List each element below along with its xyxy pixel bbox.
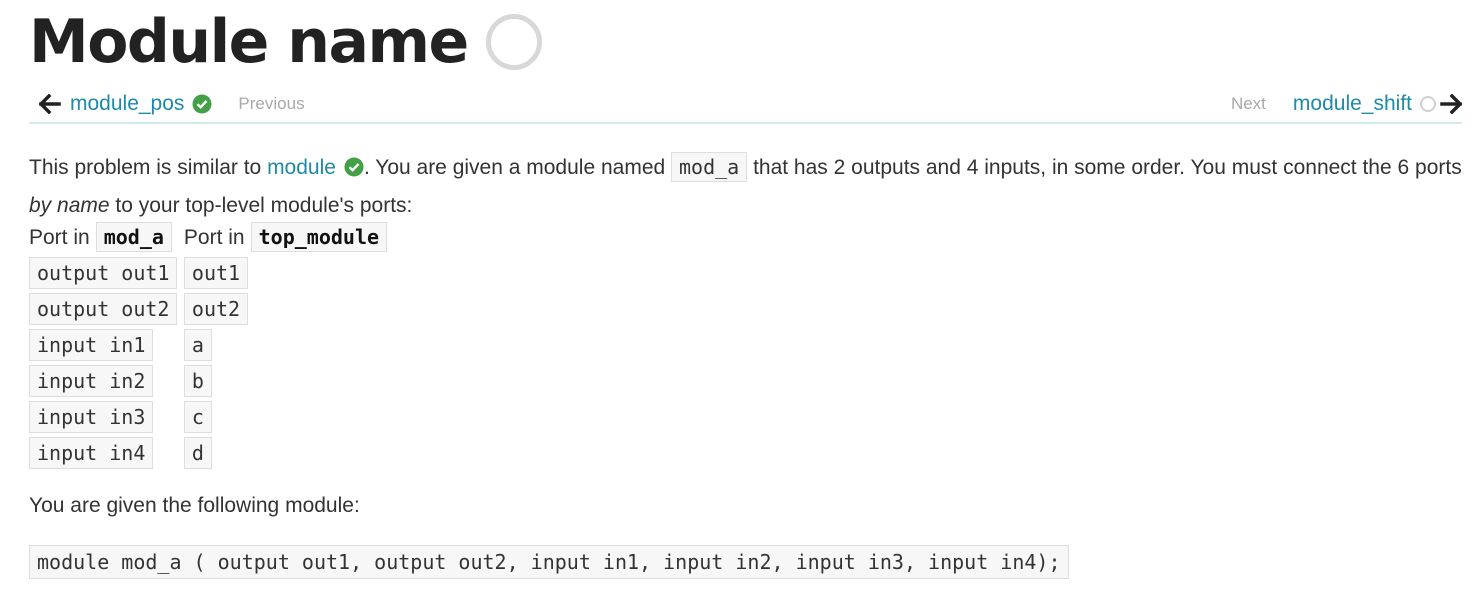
mod-a-port-cell: input in1 xyxy=(29,329,154,361)
mod-a-port-cell: input in4 xyxy=(29,437,154,469)
top-module-port-cell: out2 xyxy=(183,293,249,325)
table-row: output out2 out2 xyxy=(29,291,387,327)
table-row: input in1 a xyxy=(29,327,387,363)
nav-previous: module_pos Previous xyxy=(39,88,305,120)
table-row: input in3 c xyxy=(29,399,387,435)
mod-a-port-cell: output out1 xyxy=(29,257,178,289)
table-row: input in2 b xyxy=(29,363,387,399)
mod-a-port-cell: output out2 xyxy=(29,293,178,325)
module-name-code: mod_a xyxy=(671,152,748,182)
intro-text: that has 2 outputs and 4 inputs, in some… xyxy=(747,156,1462,179)
problem-page: Module name module_pos Previous Next mod… xyxy=(0,0,1472,603)
module-declaration-code: module mod_a ( output out1, output out2,… xyxy=(29,545,1069,579)
title-row: Module name xyxy=(29,6,542,78)
intro-text: . You are given a module named xyxy=(363,156,672,179)
intro-text: to your top-level module's ports: xyxy=(109,194,413,217)
top-module-port-cell: out1 xyxy=(183,257,249,289)
top-module-port-cell: a xyxy=(183,329,212,361)
port-mapping-table: Port in mod_a Port in top_module output ou… xyxy=(29,219,388,471)
top-module-port-cell: b xyxy=(183,365,212,397)
table-row: input in4 d xyxy=(29,435,387,471)
intro-text: This problem is similar to xyxy=(29,156,268,179)
column-header-top-module: Port in top_module xyxy=(183,219,388,255)
next-label: Next xyxy=(1230,94,1266,113)
header-code: mod_a xyxy=(95,221,172,252)
header-code: top_module xyxy=(250,221,388,252)
problem-description: This problem is similar to module . You a… xyxy=(29,150,1465,223)
arrow-right-icon[interactable] xyxy=(1440,94,1462,114)
top-module-port-cell: c xyxy=(183,401,212,433)
header-text: Port in xyxy=(183,225,245,249)
header-text: Port in xyxy=(29,225,90,249)
given-module-intro: You are given the following module: xyxy=(29,494,360,517)
check-circle-icon xyxy=(192,94,212,114)
prev-problem-link[interactable]: module_pos xyxy=(70,92,184,116)
status-ring-icon xyxy=(1420,96,1436,112)
table-row: output out1 out1 xyxy=(29,255,387,291)
problem-navigation: module_pos Previous Next module_shift xyxy=(29,88,1462,124)
top-module-port-cell: d xyxy=(183,437,212,469)
arrow-left-icon[interactable] xyxy=(39,94,61,114)
table-header-row: Port in mod_a Port in top_module xyxy=(29,219,388,255)
next-problem-link[interactable]: module_shift xyxy=(1293,92,1412,116)
status-ring-icon xyxy=(485,14,542,70)
mod-a-port-cell: input in3 xyxy=(29,401,154,433)
mod-a-port-cell: input in2 xyxy=(29,365,154,397)
column-header-mod-a: Port in mod_a xyxy=(29,219,184,255)
module-link[interactable]: module xyxy=(267,156,336,179)
check-circle-icon xyxy=(344,153,364,188)
nav-next: Next module_shift xyxy=(1231,88,1462,120)
emphasis-text: by name xyxy=(29,194,110,217)
page-title: Module name xyxy=(29,7,469,77)
previous-label: Previous xyxy=(238,94,305,113)
